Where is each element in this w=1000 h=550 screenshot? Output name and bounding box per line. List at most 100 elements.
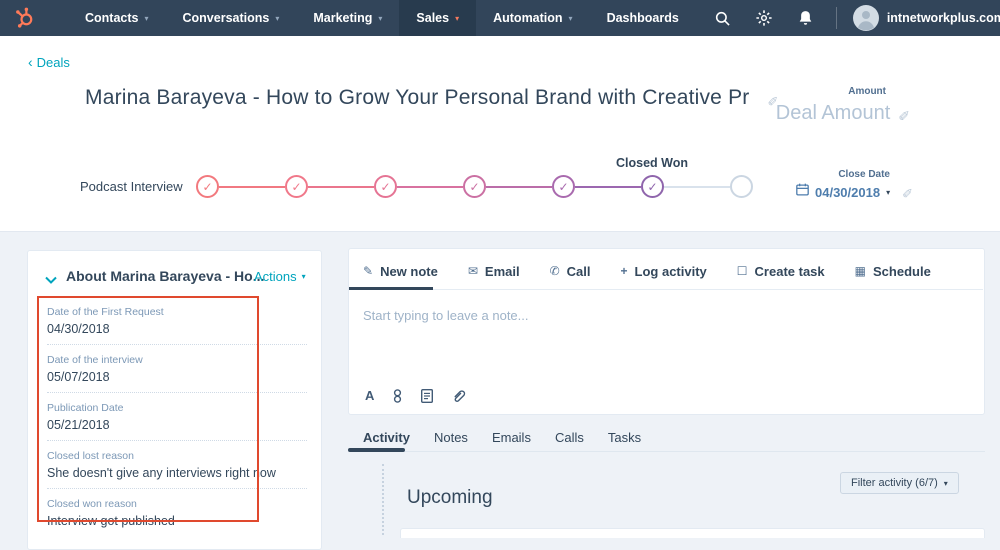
composer-tab-label: Create task [754, 263, 825, 279]
chevron-down-icon[interactable]: ▾ [886, 188, 890, 197]
settings-gear-icon[interactable] [756, 10, 772, 26]
nav-item[interactable]: Automation ▾ [476, 0, 589, 36]
pipeline-stage[interactable]: ✓ [575, 175, 664, 198]
pipeline-current-stage-label: Podcast Interview [80, 179, 183, 194]
active-tab-underline [349, 287, 433, 290]
upcoming-section-title: Upcoming [407, 487, 493, 508]
composer-tab-icon: ▦ [854, 264, 866, 278]
note-input[interactable]: Start typing to leave a note... [363, 308, 963, 378]
deal-title: Marina Barayeva - How to Grow Your Perso… [85, 86, 779, 109]
activity-tab[interactable]: Activity [363, 430, 410, 445]
calendar-icon [796, 183, 809, 201]
filter-activity-button[interactable]: Filter activity (6/7) ▾ [840, 472, 959, 494]
hubspot-logo-icon[interactable] [14, 7, 36, 29]
stage-connector-line [575, 185, 641, 188]
composer-tab-icon: ☐ [736, 264, 748, 278]
stage-connector-line [219, 185, 285, 188]
deal-properties-list: Date of the First Request 04/30/2018 Dat… [47, 297, 307, 536]
stage-connector-line [664, 185, 730, 188]
nav-item[interactable]: Conversations ▾ [166, 0, 297, 36]
composer-tab-icon: ✉ [467, 264, 478, 278]
chevron-down-icon: ▾ [943, 478, 948, 488]
breadcrumb-back-to-deals[interactable]: ‹ Deals [28, 54, 70, 70]
composer-tab-label: New note [380, 263, 438, 279]
composer-toolbar: A [365, 388, 466, 403]
chevron-down-icon: ▾ [568, 13, 573, 23]
format-text-icon[interactable]: A [365, 388, 374, 403]
property-value: Interview got published [47, 514, 175, 528]
deal-property-row: Date of the interview 05/07/2018 [47, 345, 307, 393]
stage-connector-line [486, 185, 552, 188]
stage-checkmark-icon[interactable]: ✓ [463, 175, 486, 198]
insert-snippet-icon[interactable] [393, 388, 402, 403]
insert-document-icon[interactable] [421, 388, 434, 403]
composer-tab[interactable]: ✉ Email [468, 264, 520, 279]
nav-item[interactable]: Marketing ▾ [296, 0, 399, 36]
composer-tab[interactable]: ☐ Create task [737, 264, 825, 279]
attach-file-paperclip-icon[interactable] [452, 389, 466, 403]
user-avatar[interactable] [852, 5, 879, 31]
stage-checkmark-icon[interactable]: ✓ [285, 175, 308, 198]
property-label: Date of the First Request [47, 306, 164, 318]
nav-menu: Contacts ▾ Conversations ▾ Marketing ▾ S… [68, 0, 702, 36]
pipeline-stage[interactable] [664, 175, 753, 198]
edit-amount-pencil-icon[interactable]: ✎ [898, 106, 910, 123]
activity-tab[interactable]: Tasks [608, 430, 641, 445]
pipeline-stage[interactable]: ✓ [486, 175, 575, 198]
activity-tab[interactable]: Calls [555, 430, 584, 445]
stage-checkmark-icon[interactable]: ✓ [374, 175, 397, 198]
close-date-value[interactable]: 04/30/2018 [815, 185, 880, 200]
composer-tab[interactable]: ▦ Schedule [855, 264, 931, 279]
nav-divider [835, 7, 837, 29]
deal-property-row: Publication Date 05/21/2018 [47, 393, 307, 441]
composer-tab-icon: ✎ [363, 264, 374, 278]
top-navigation: Contacts ▾ Conversations ▾ Marketing ▾ S… [0, 0, 1000, 36]
composer-tab-icon: + [620, 264, 628, 278]
timeline-dotted-line [382, 464, 384, 535]
property-label: Closed lost reason [47, 450, 134, 462]
nav-item[interactable]: Sales ▾ [399, 0, 477, 36]
upcoming-activity-card [400, 528, 985, 538]
activity-tab[interactable]: Notes [434, 430, 468, 445]
chevron-down-icon: ▾ [378, 13, 383, 23]
property-label: Publication Date [47, 402, 124, 414]
deal-property-row: Closed lost reason She doesn't give any … [47, 441, 307, 489]
collapse-chevron-icon[interactable] [45, 271, 57, 289]
stage-checkmark-icon[interactable]: ✓ [552, 175, 575, 198]
actions-dropdown-button[interactable]: Actions ▾ [254, 269, 306, 284]
pipeline-stage[interactable]: ✓ [308, 175, 397, 198]
pipeline-stage[interactable]: ✓ [397, 175, 486, 198]
pipeline-stage[interactable]: ✓ [219, 175, 308, 198]
amount-label: Amount [848, 86, 886, 97]
nav-item[interactable]: Contacts ▾ [68, 0, 166, 36]
search-icon[interactable] [715, 11, 730, 26]
edit-close-date-pencil-icon[interactable]: ✎ [902, 184, 913, 200]
deal-pipeline-stages: ✓ ✓ ✓ ✓ ✓ ✓ [196, 175, 753, 198]
composer-tab-label: Log activity [634, 263, 707, 279]
composer-tab[interactable]: ✎ New note [363, 264, 438, 279]
portal-name: intnetworkplus.com [886, 11, 1000, 25]
chevron-down-icon: ▾ [455, 13, 460, 23]
composer-tab[interactable]: ✆ Call [550, 264, 591, 279]
composer-tab-label: Schedule [873, 263, 931, 279]
property-value: She doesn't give any interviews right no… [47, 466, 276, 480]
stage-checkmark-icon[interactable] [730, 175, 753, 198]
composer-tab-bar: ✎ New note ✉ Email ✆ Call + Log activity… [363, 255, 931, 287]
composer-tab-label: Email [484, 263, 520, 279]
chevron-down-icon: ▾ [301, 272, 306, 281]
nav-item[interactable]: Dashboards [590, 0, 702, 36]
activity-tab[interactable]: Emails [492, 430, 531, 445]
property-label: Closed won reason [47, 498, 137, 510]
stage-checkmark-icon[interactable]: ✓ [196, 175, 219, 198]
pipeline-stage[interactable]: ✓ [196, 175, 219, 198]
activity-active-underline [348, 448, 405, 452]
portal-menu[interactable]: intnetworkplus.com ▾ [887, 11, 1000, 25]
stage-checkmark-icon[interactable]: ✓ [641, 175, 664, 198]
notifications-bell-icon[interactable] [798, 10, 813, 26]
deal-property-row: Closed won reason Interview got publishe… [47, 489, 307, 536]
nav-right-cluster: intnetworkplus.com ▾ [702, 5, 1000, 31]
composer-tab[interactable]: + Log activity [621, 264, 707, 279]
stage-connector-line [397, 185, 463, 188]
property-label: Date of the interview [47, 354, 143, 366]
activity-tab-bar: Activity Notes Emails Calls Tasks [363, 430, 641, 445]
